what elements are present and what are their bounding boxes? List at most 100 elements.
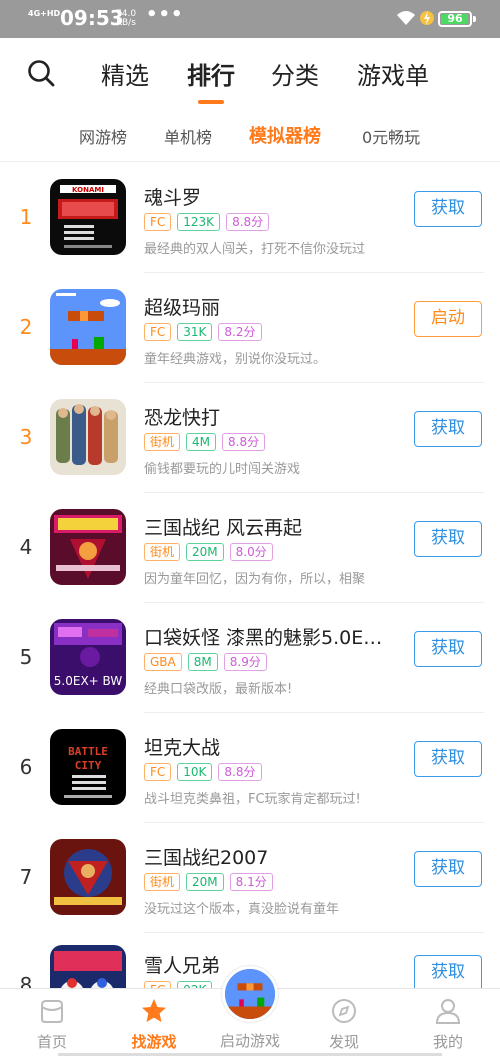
bottom-tab-profile[interactable]: 我的 (408, 989, 488, 1056)
list-item[interactable]: 7 三国战纪2007 街机 20M 8.1分 没玩过这个版本，真没脸说有童年 获… (0, 823, 500, 933)
game-tags: 街机 20M 8.1分 (144, 873, 273, 891)
list-item[interactable]: 3 恐龙快打 街机 4M 8.8分 偷钱都要玩的儿时闯关游戏 获取 (0, 383, 500, 493)
home-icon (41, 1000, 63, 1023)
network-indicator: 4G+HD (28, 9, 61, 18)
list-item[interactable]: 4 三国战纪 风云再起 街机 20M 8.0分 因为童年回忆，因为有你，所以，相… (0, 493, 500, 603)
platform-tag: FC (144, 323, 172, 341)
rank-number: 7 (19, 865, 33, 889)
get-button[interactable]: 获取 (414, 191, 482, 227)
game-description: 偷钱都要玩的儿时闯关游戏 (144, 462, 301, 477)
size-tag: 8M (187, 653, 218, 671)
icon-caption: 5.0EX+ BW (54, 674, 123, 688)
get-button[interactable]: 获取 (414, 955, 482, 991)
subtab-emulator[interactable]: 模拟器榜 (249, 122, 321, 148)
battery-level: 96 (447, 12, 463, 25)
rank-number: 2 (19, 315, 33, 339)
game-title[interactable]: 魂斗罗 (144, 183, 201, 210)
cadillacs-dinosaurs-icon[interactable] (50, 399, 126, 475)
subtab-single-player[interactable]: 单机榜 (164, 124, 212, 148)
platform-tag: 街机 (144, 543, 181, 561)
get-button[interactable]: 获取 (414, 741, 482, 777)
compass-icon (332, 999, 356, 1023)
tab-category[interactable]: 分类 (271, 56, 319, 91)
list-item[interactable]: 1 KONAMI 魂斗罗 FC 123K 8.8分 最经典的双人闯关，打死不信你… (0, 163, 500, 273)
list-item[interactable]: 5 5.0EX+ BW 口袋妖怪 漆黑的魅影5.0E… GBA 8M 8.9分 … (0, 603, 500, 713)
get-button[interactable]: 获取 (414, 851, 482, 887)
game-description: 战斗坦克类鼻祖，FC玩家肯定都玩过! (144, 792, 361, 807)
rank-number: 3 (19, 425, 33, 449)
score-tag: 8.2分 (218, 323, 262, 341)
game-tags: 街机 20M 8.0分 (144, 543, 273, 561)
top-nav: 精选 排行 分类 游戏单 (0, 38, 500, 108)
score-tag: 8.1分 (229, 873, 273, 891)
size-tag: 20M (186, 543, 224, 561)
game-title[interactable]: 三国战纪2007 (144, 843, 268, 870)
game-title[interactable]: 三国战纪 风云再起 (144, 513, 302, 540)
tab-ranking[interactable]: 排行 (187, 56, 235, 91)
get-button[interactable]: 获取 (414, 411, 482, 447)
launch-game-icon[interactable] (222, 966, 278, 1022)
launch-button[interactable]: 启动 (414, 301, 482, 337)
more-notifications-icon: ••• (146, 4, 184, 25)
size-tag: 31K (177, 323, 213, 341)
search-icon[interactable] (26, 58, 56, 88)
charging-icon (420, 11, 434, 25)
game-description: 童年经典游戏，别说你没玩过。 (144, 352, 327, 367)
get-button[interactable]: 获取 (414, 521, 482, 557)
wifi-icon (397, 11, 415, 25)
status-bar: 4G+HD 09:53 74.0 KB/s ••• 96 (0, 0, 500, 38)
bottom-tab-discover[interactable]: 发现 (304, 989, 384, 1056)
battle-city-icon[interactable]: BATTLE CITY (50, 729, 126, 805)
bottom-tab-label: 首页 (36, 1033, 67, 1051)
rank-number: 6 (19, 755, 33, 779)
game-title[interactable]: 口袋妖怪 漆黑的魅影5.0E… (144, 623, 382, 650)
contra-icon[interactable]: KONAMI (50, 179, 126, 255)
active-tab-indicator (198, 100, 224, 104)
game-title[interactable]: 坦克大战 (144, 733, 220, 760)
platform-tag: GBA (144, 653, 182, 671)
game-tags: 街机 4M 8.8分 (144, 433, 266, 451)
subtab-online-games[interactable]: 网游榜 (79, 124, 127, 148)
platform-tag: FC (144, 213, 172, 231)
list-item[interactable]: 6 BATTLE CITY 坦克大战 FC 10K 8.8分 战斗坦克类鼻祖，F… (0, 713, 500, 823)
tab-game-lists[interactable]: 游戏单 (357, 56, 429, 91)
svg-text:BATTLE: BATTLE (68, 745, 108, 758)
bottom-tab-label: 我的 (432, 1033, 463, 1051)
super-mario-icon[interactable] (50, 289, 126, 365)
rank-number: 5 (19, 645, 33, 669)
pokemon-dark-phantom-icon[interactable]: 5.0EX+ BW (50, 619, 126, 695)
game-description: 最经典的双人闯关，打死不信你没玩过 (144, 242, 366, 257)
subtab-free-play[interactable]: 0元畅玩 (362, 124, 420, 148)
bottom-tab-find-games[interactable]: 找游戏 (114, 989, 194, 1056)
tab-featured[interactable]: 精选 (101, 56, 149, 91)
score-tag: 8.0分 (229, 543, 273, 561)
platform-tag: 街机 (144, 433, 181, 451)
get-button[interactable]: 获取 (414, 631, 482, 667)
svg-text:CITY: CITY (75, 759, 102, 772)
platform-tag: FC (144, 763, 172, 781)
ranking-subnav: 网游榜 单机榜 模拟器榜 0元畅玩 (0, 108, 500, 162)
game-tags: FC 31K 8.2分 (144, 323, 262, 341)
profile-icon (435, 999, 461, 1024)
bottom-tab-home[interactable]: 首页 (12, 989, 92, 1056)
game-tags: GBA 8M 8.9分 (144, 653, 267, 671)
size-tag: 10K (177, 763, 213, 781)
rank-number: 4 (19, 535, 33, 559)
score-tag: 8.8分 (218, 763, 262, 781)
game-title[interactable]: 超级玛丽 (144, 293, 220, 320)
bottom-tab-label: 发现 (328, 1033, 359, 1051)
score-tag: 8.8分 (226, 213, 270, 231)
platform-tag: 街机 (144, 873, 181, 891)
launch-game-label[interactable]: 启动游戏 (210, 1030, 290, 1051)
game-title[interactable]: 雪人兄弟 (144, 951, 220, 978)
list-item[interactable]: 2 超级玛丽 FC 31K 8.2分 童年经典游戏，别说你没玩过。 启动 (0, 273, 500, 383)
size-tag: 4M (186, 433, 217, 451)
sanguo-2007-icon[interactable] (50, 839, 126, 915)
game-title[interactable]: 恐龙快打 (144, 403, 220, 430)
network-speed: 74.0 KB/s (116, 9, 137, 28)
sanguo-zhanji-icon[interactable] (50, 509, 126, 585)
battery-icon: 96 (438, 11, 472, 27)
bottom-tab-label: 找游戏 (131, 1033, 177, 1051)
game-description: 因为童年回忆，因为有你，所以，相聚 (144, 572, 366, 587)
game-description: 没玩过这个版本，真没脸说有童年 (144, 902, 340, 917)
